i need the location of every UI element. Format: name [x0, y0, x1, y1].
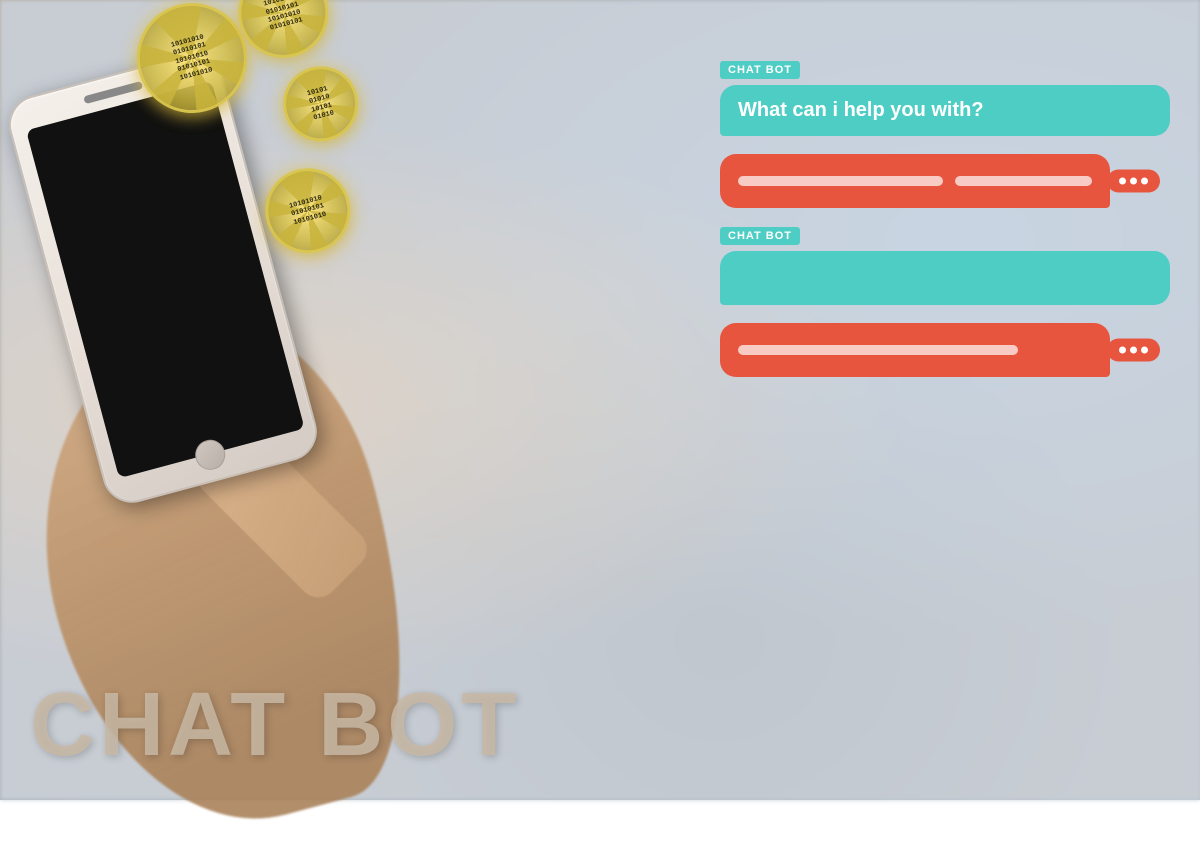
gear-3: 10101010101010101010 — [275, 58, 367, 150]
gear-4: 101010100101010110101010 — [256, 159, 360, 263]
dot-3 — [1141, 178, 1148, 185]
dot-2 — [1130, 178, 1137, 185]
dot-4 — [1119, 347, 1126, 354]
gear-4-text: 101010100101010110101010 — [283, 189, 332, 232]
user-dots-2 — [1107, 339, 1160, 362]
main-title: CHAT BOT — [30, 680, 520, 770]
chat-row-2 — [720, 154, 1170, 208]
user-bubble-wrapper-1 — [720, 154, 1110, 208]
user-bubble-2 — [720, 323, 1110, 377]
bot-bubble-2 — [720, 251, 1170, 305]
bot-message-1: What can i help you with? — [738, 99, 984, 121]
chat-label-bot-1: CHAT BOT — [720, 61, 800, 79]
user-dots-1 — [1107, 170, 1160, 193]
chat-label-bot-2: CHAT BOT — [720, 227, 800, 245]
dot-5 — [1130, 347, 1137, 354]
gear-2-text: 10101010010101011010101001010101 — [258, 0, 309, 38]
gear-1-text: 1010101001010101101010100101010110101010 — [165, 29, 218, 88]
dot-6 — [1141, 347, 1148, 354]
chat-area: CHAT BOT What can i help you with? CHAT … — [720, 60, 1170, 395]
user-line-1a — [738, 176, 943, 186]
user-bubble-wrapper-2 — [720, 323, 1110, 377]
gear-3-text: 10101010101010101010 — [301, 80, 340, 128]
dot-1 — [1119, 178, 1126, 185]
chat-row-3: CHAT BOT — [720, 226, 1170, 305]
chat-row-4 — [720, 323, 1170, 377]
user-line-2a — [738, 345, 1018, 355]
user-bubble-1 — [720, 154, 1110, 208]
user-line-1b — [955, 176, 1092, 186]
bot-bubble-1: What can i help you with? — [720, 85, 1170, 136]
chat-row-1: CHAT BOT What can i help you with? — [720, 60, 1170, 136]
